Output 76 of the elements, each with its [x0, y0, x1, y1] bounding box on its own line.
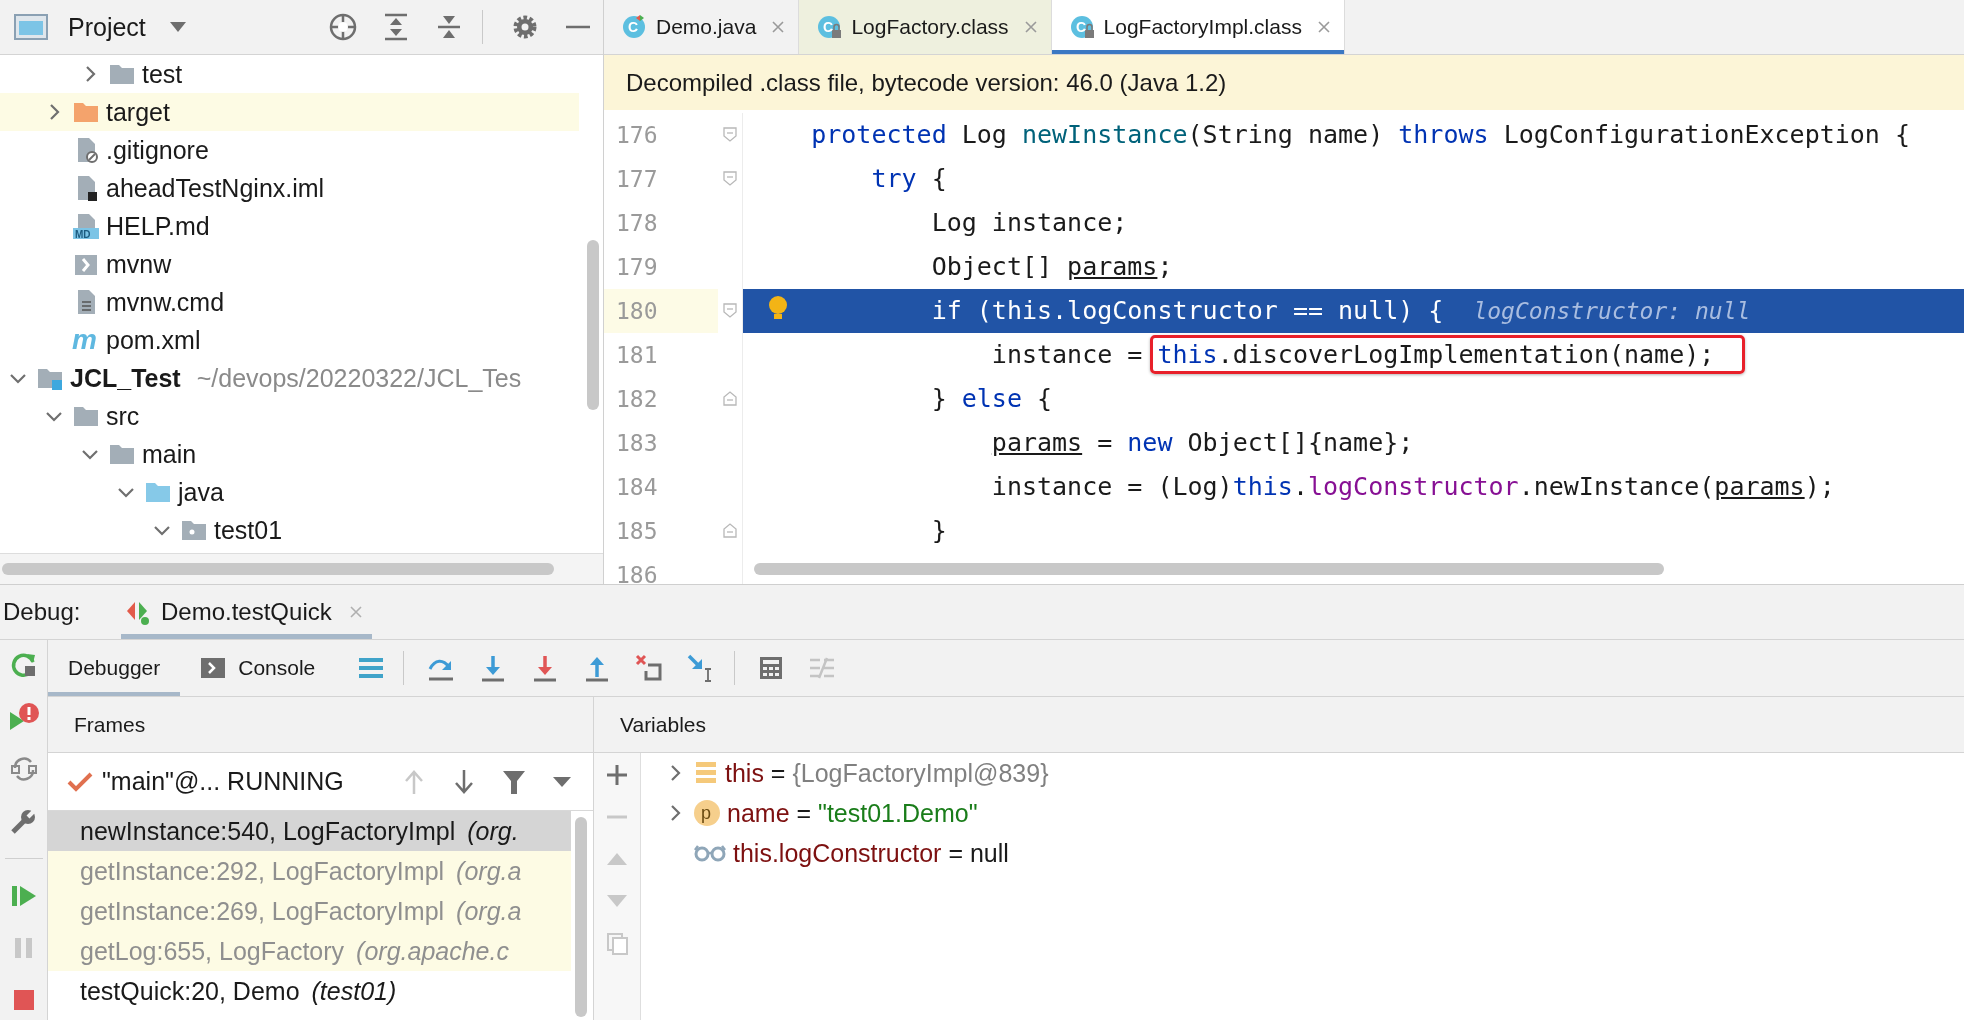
panel-title: Debug:	[2, 598, 82, 626]
tree-item[interactable]: mvnw.cmd	[0, 283, 603, 321]
java-class-icon: C	[620, 13, 648, 41]
path-hint: ~/devops/20220322/JCL_Tes	[196, 363, 522, 393]
line-number: 178	[615, 209, 659, 238]
line-number: 176	[615, 121, 659, 150]
maven-file-icon: m	[72, 326, 100, 354]
window-icon	[14, 13, 48, 41]
line-number: 179	[615, 253, 659, 282]
line-number: 180	[604, 289, 718, 333]
code-line: }	[930, 515, 948, 547]
scrollbar[interactable]	[2, 563, 554, 575]
parameter-icon: p	[693, 799, 721, 827]
package-name: (test01)	[311, 976, 397, 1006]
line-number: 184	[615, 473, 659, 502]
package-name: (org.	[467, 816, 519, 846]
panel-tab[interactable]: Console	[180, 640, 336, 696]
stack-frame[interactable]: testQuick:20, Demo (test01)	[48, 971, 571, 1011]
scrollbar[interactable]	[587, 240, 599, 410]
highlight-box: this.discoverLogImplementation(name);	[1150, 335, 1746, 374]
code-line: try {	[870, 163, 948, 195]
variable-entry[interactable]: name = "test01.Demo"	[727, 798, 978, 828]
drop-frame-icon[interactable]	[634, 653, 665, 683]
variable-entry[interactable]: this = {LogFactoryImpl@839}	[725, 758, 1049, 788]
tree-item[interactable]: m pom.xml	[0, 321, 603, 359]
code-line: } else {	[930, 383, 1054, 415]
code-line: protected Log newInstance(String name) throws LogConfigurationException {	[810, 119, 1912, 151]
code-line: Object[] params;	[930, 251, 1174, 283]
play-warning-icon[interactable]	[7, 702, 40, 732]
terminal-icon	[200, 656, 227, 680]
dropdown-caret-icon[interactable]	[167, 20, 188, 34]
scrollbar[interactable]	[575, 817, 587, 1017]
dropdown-caret-icon[interactable]	[551, 774, 573, 789]
add-icon[interactable]	[605, 763, 629, 787]
tree-item[interactable]: test	[0, 55, 603, 93]
tree-item[interactable]: JCL_Test ~/devops/20220322/JCL_Tes	[0, 359, 603, 397]
tree-item[interactable]: src	[0, 397, 603, 435]
sync-icon[interactable]	[8, 754, 39, 784]
line-number: 183	[615, 429, 659, 458]
inline-value-hint: logConstructor: null	[1473, 298, 1751, 324]
package-name: (org.a	[456, 856, 522, 886]
variable-entry[interactable]: this.logConstructor = null	[733, 838, 1009, 868]
target-icon[interactable]	[328, 12, 358, 42]
package-name: (org.apache.c	[356, 936, 509, 966]
close-icon[interactable]	[1022, 19, 1039, 35]
tree-item[interactable]: mvnw	[0, 245, 603, 283]
code-line: Log instance;	[930, 207, 1129, 239]
tree-item[interactable]: main	[0, 435, 603, 473]
tree-item[interactable]: target	[0, 93, 579, 131]
line-number: 177	[615, 165, 659, 194]
stack-frame[interactable]: newInstance:540, LogFactoryImpl (org.	[48, 811, 571, 851]
line-number: 185	[615, 517, 659, 546]
line-number: 181	[615, 341, 659, 370]
editor-tab[interactable]: C LogFactoryImpl.class	[1051, 0, 1345, 54]
close-icon[interactable]	[1315, 19, 1332, 35]
code-line: instance = (Log)this.logConstructor.newInstance(params);	[990, 471, 1836, 503]
code-line: params = new Object[]{name};	[990, 427, 1415, 459]
line-number: 186	[615, 561, 659, 584]
panel-tab[interactable]: Debugger	[48, 640, 181, 696]
tree-item[interactable]: java	[0, 473, 603, 511]
session-tab[interactable]: Demo.testQuick	[121, 585, 372, 639]
scrollbar[interactable]	[754, 563, 1664, 575]
field-list-icon	[693, 760, 719, 786]
tree-item[interactable]: MD HELP.md	[0, 207, 603, 245]
panel-title[interactable]: Project	[68, 12, 146, 42]
editor-tab[interactable]: C LogFactory.class	[799, 0, 1052, 54]
code-line: instance = this.discoverLogImplementation(name);	[743, 333, 1964, 377]
package-name: (org.a	[456, 896, 522, 926]
notification-banner: Decompiled .class file, bytecode version: 46.0 (Java 1.2)	[604, 55, 1964, 110]
glasses-icon	[693, 843, 727, 863]
tree-item[interactable]: test01	[0, 511, 603, 549]
line-number: 182	[615, 385, 659, 414]
close-icon[interactable]	[770, 19, 787, 35]
tree-item[interactable]: aheadTestNginx.iml	[0, 169, 603, 207]
tree-item[interactable]: .gitignore	[0, 131, 603, 169]
class-file-icon: C	[815, 13, 844, 41]
